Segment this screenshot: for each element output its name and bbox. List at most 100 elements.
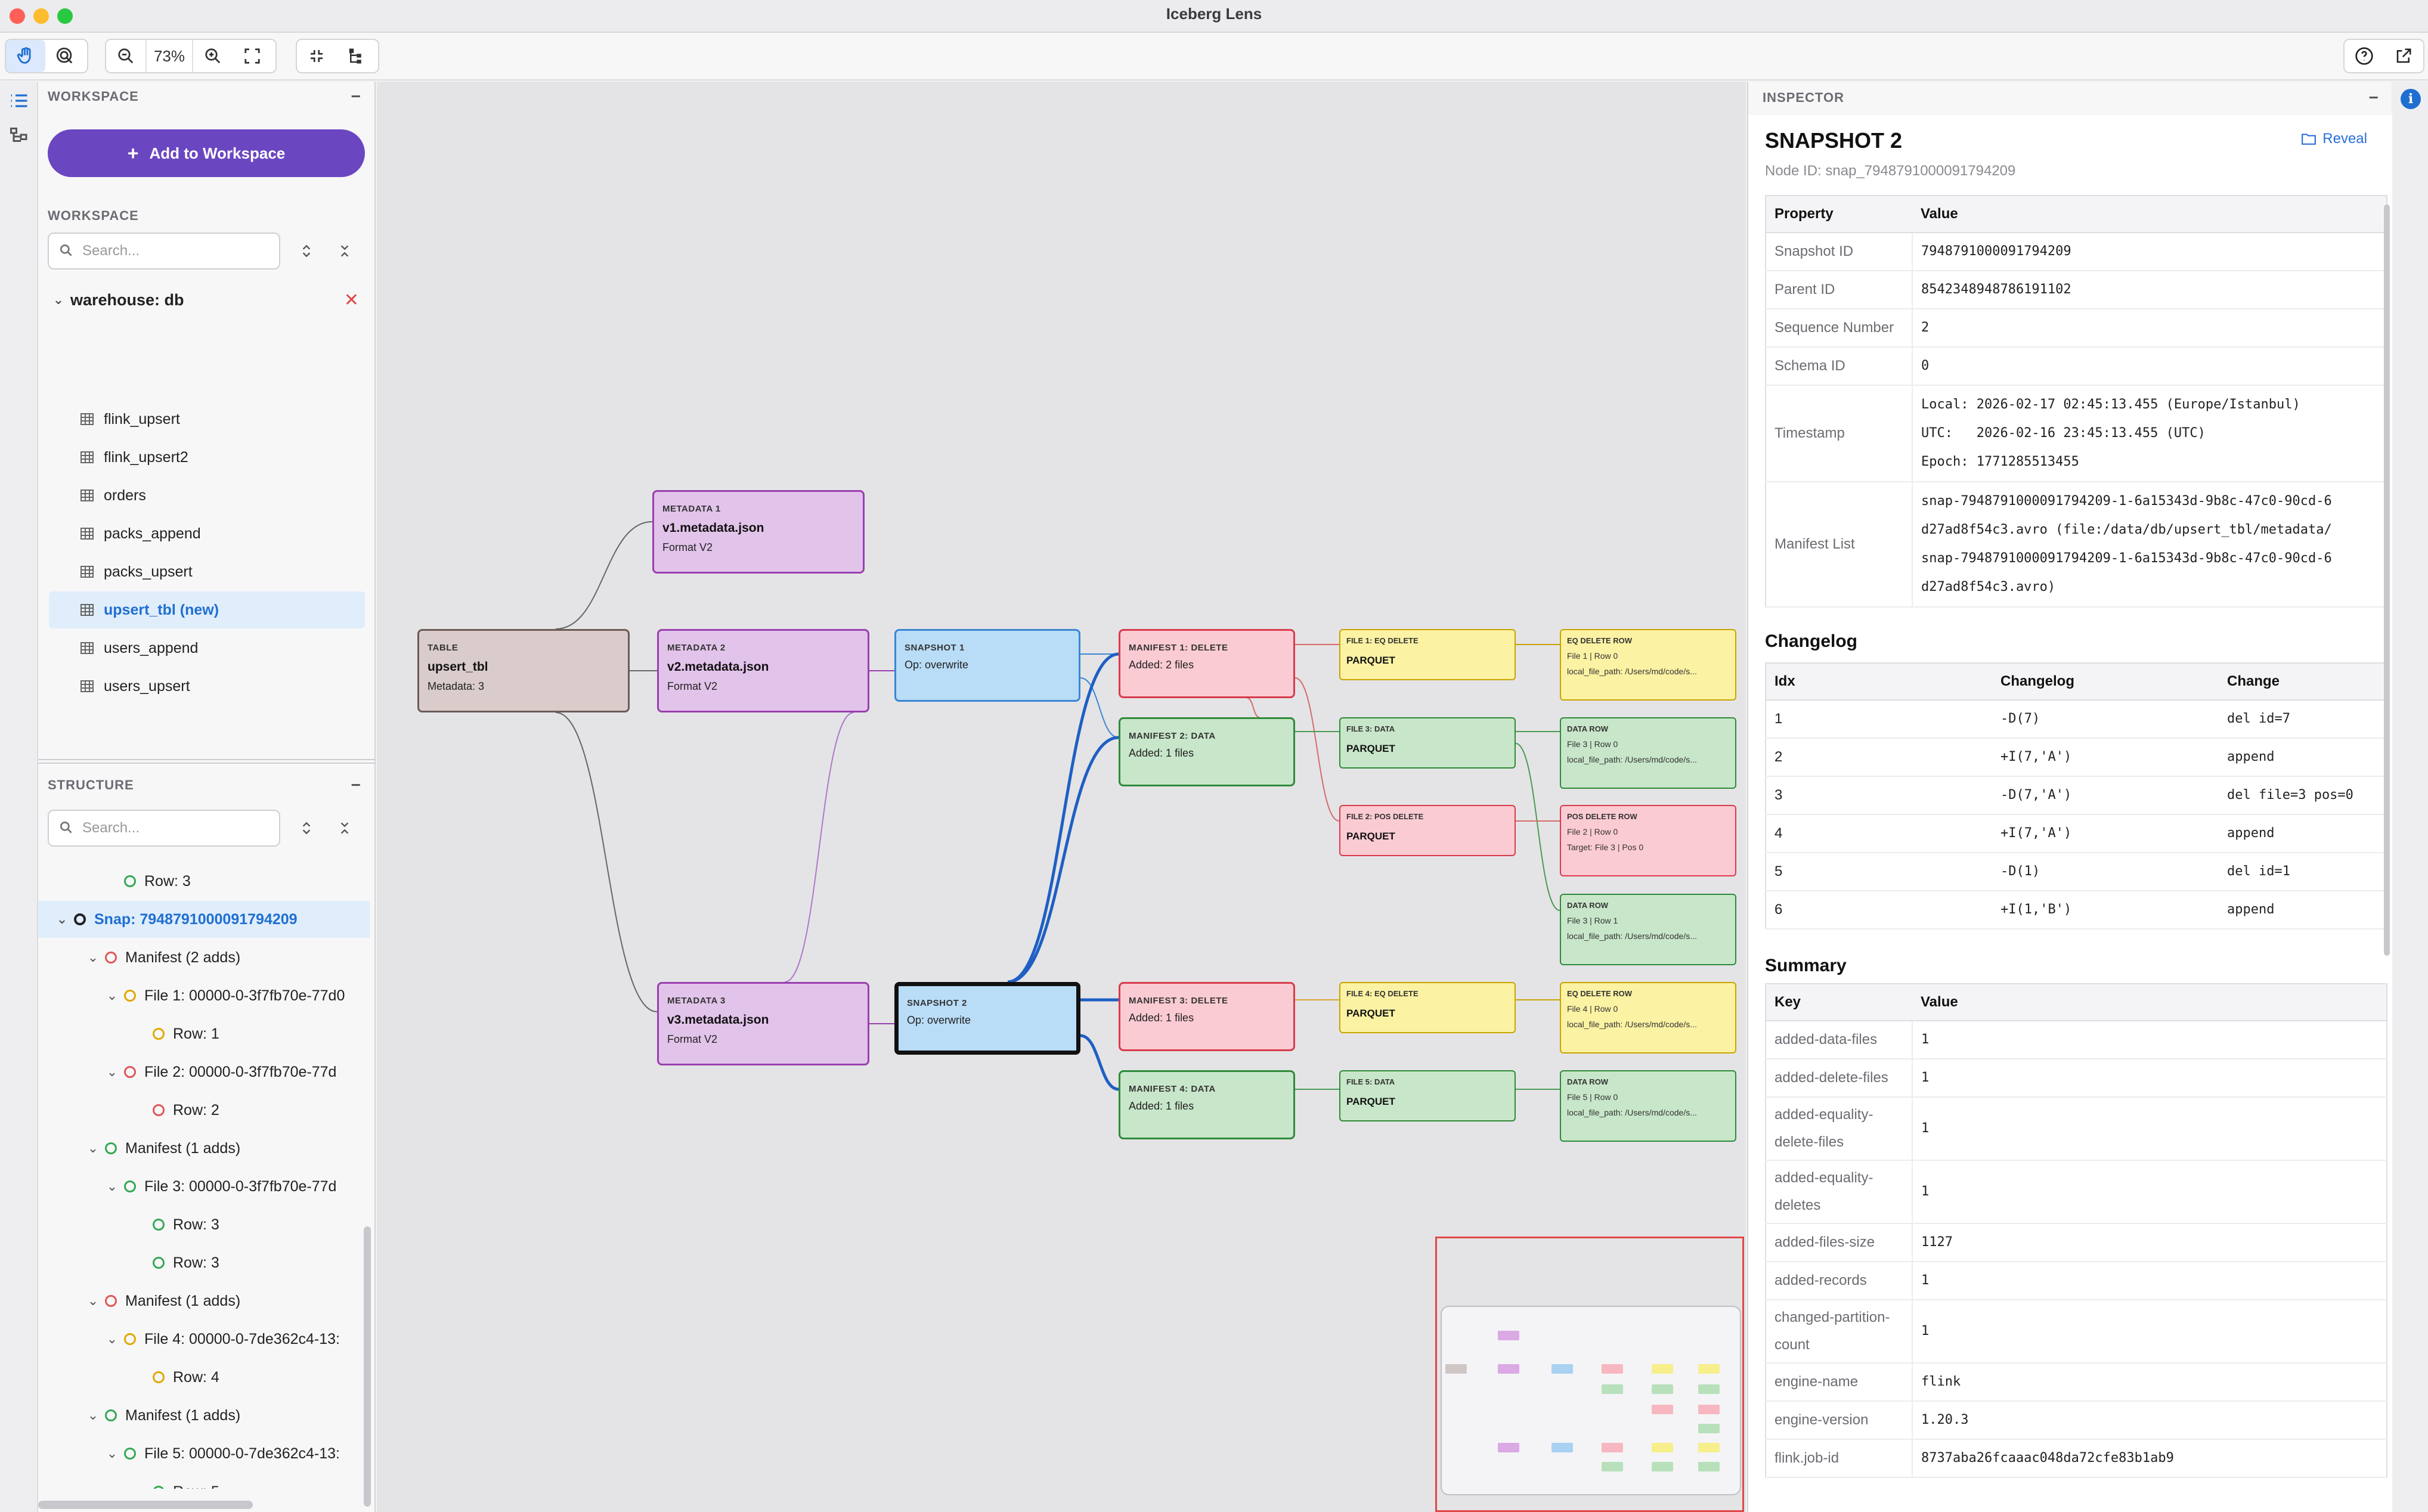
help-button[interactable] [2345,40,2384,72]
workspace-view-button[interactable] [8,90,30,114]
changelog-cell: append [2219,814,2387,853]
row-node[interactable]: EQ DELETE ROW File 1 | Row 0 local_file_pa… [1560,629,1736,701]
fit-view-button[interactable] [233,40,272,72]
fullscreen-icon [244,48,260,64]
file-node[interactable]: FILE 2: POS DELETE PARQUET [1339,805,1516,856]
structure-horizontal-scrollbar[interactable] [38,1501,253,1509]
collapse-workspace-panel-button[interactable]: − [351,82,361,111]
structure-scrollbar[interactable] [364,1226,371,1507]
workspace-table-item[interactable]: flink_upsert2 [49,439,365,476]
file-node[interactable]: FILE 4: EQ DELETE PARQUET [1339,982,1516,1033]
chevron-down-icon[interactable]: ⌄ [86,1141,100,1156]
structure-tree-item[interactable]: Row: 5 [38,1473,370,1489]
structure-tree-item[interactable]: ⌄ File 4: 00000-0-7de362c4-13: [38,1321,370,1358]
structure-tree-item[interactable]: ⌄ Manifest (2 adds) [38,939,370,976]
workspace-table-item[interactable]: flink_upsert [49,401,365,438]
manifest-node[interactable]: MANIFEST 1: DELETE Added: 2 files [1119,629,1295,698]
collapse-all-button[interactable] [297,40,336,72]
row-node[interactable]: EQ DELETE ROW File 4 | Row 0 local_file_pa… [1560,982,1736,1054]
zoom-out-button[interactable] [106,40,145,72]
chevron-down-icon[interactable]: ⌄ [55,912,69,927]
inspector-info-button[interactable]: i [2401,89,2421,109]
minimap-viewport[interactable] [1441,1306,1741,1495]
chevron-down-icon[interactable]: ⌄ [105,1446,119,1461]
snapshot-node-selected[interactable]: SNAPSHOT 2 Op: overwrite [894,982,1080,1055]
workspace-table-item[interactable]: users_upsert [49,668,365,705]
chevron-down-icon[interactable]: ⌄ [86,1293,100,1309]
changelog-cell: +I(7,'A') [1992,814,2219,853]
minimap-node [1602,1443,1623,1452]
workspace-table-item[interactable]: packs_append [49,515,365,552]
minimap-node [1652,1364,1673,1374]
file-node[interactable]: FILE 1: EQ DELETE PARQUET [1339,629,1516,680]
metadata-node[interactable]: METADATA 1 v1.metadata.json Format V2 [652,490,865,574]
tool-mode-group [5,39,88,73]
property-key: Snapshot ID [1766,233,1913,271]
remove-warehouse-icon[interactable]: ✕ [344,290,359,311]
row-node[interactable]: DATA ROW File 5 | Row 0 local_file_path: /… [1560,1070,1736,1142]
open-external-button[interactable] [2384,40,2423,72]
select-tool-button[interactable] [45,40,85,72]
expand-all-workspace-button[interactable] [295,239,318,263]
row-node[interactable]: POS DELETE ROW File 2 | Row 0 Target: File… [1560,805,1736,876]
structure-tree-item[interactable]: Row: 1 [38,1015,370,1052]
status-dot-icon [74,913,86,925]
chevron-down-icon[interactable]: ⌄ [105,988,119,1003]
collapse-inspector-button[interactable]: − [2369,82,2379,114]
chevron-down-icon[interactable]: ⌄ [105,1331,119,1347]
file-node[interactable]: FILE 5: DATA PARQUET [1339,1070,1516,1121]
pan-tool-button[interactable] [6,40,45,72]
zoom-level[interactable]: 73% [145,40,193,72]
structure-tree-item[interactable]: ⌄ File 3: 00000-0-3f7fb70e-77d [38,1168,370,1205]
workspace-table-item[interactable]: upsert_tbl (new) [49,591,365,628]
structure-tree-item[interactable]: Row: 3 [38,863,370,900]
warehouse-node[interactable]: ⌄ warehouse: db ✕ [51,281,367,318]
minimap[interactable] [1435,1237,1744,1512]
chevron-down-icon[interactable]: ⌄ [86,1408,100,1423]
structure-tree-item[interactable]: ⌄ Manifest (1 adds) [38,1282,370,1319]
workspace-table-item[interactable]: packs_upsert [49,553,365,590]
tree-layout-button[interactable] [336,40,376,72]
collapse-all-workspace-button[interactable] [333,239,357,263]
row-node[interactable]: DATA ROW File 3 | Row 1 local_file_path: /… [1560,894,1736,965]
chevron-down-icon[interactable]: ⌄ [105,1064,119,1080]
structure-panel-header: STRUCTURE − [38,770,376,800]
structure-tree-item[interactable]: Row: 3 [38,1206,370,1243]
manifest-node[interactable]: MANIFEST 4: DATA Added: 1 files [1119,1070,1295,1139]
workspace-table-item[interactable]: orders [49,477,365,514]
manifest-node[interactable]: MANIFEST 2: DATA Added: 1 files [1119,717,1295,786]
chevron-down-icon[interactable]: ⌄ [105,1179,119,1194]
zoom-in-button[interactable] [193,40,233,72]
metadata-node[interactable]: METADATA 3 v3.metadata.json Format V2 [657,982,869,1065]
table-node[interactable]: TABLE upsert_tbl Metadata: 3 [417,629,630,712]
structure-tree-item[interactable]: ⌄ Manifest (1 adds) [38,1130,370,1167]
collapse-structure-panel-button[interactable]: − [351,770,361,800]
workspace-search-input[interactable]: Search... [48,233,280,269]
structure-tree-item[interactable]: Row: 4 [38,1359,370,1396]
expand-all-structure-button[interactable] [295,816,318,840]
structure-tree-item[interactable]: Row: 3 [38,1244,370,1281]
workspace-table-item[interactable]: users_append [49,630,365,667]
structure-tree-item[interactable]: Row: 2 [38,1092,370,1129]
manifest-node[interactable]: MANIFEST 3: DELETE Added: 1 files [1119,982,1295,1051]
structure-snapshot-selected[interactable]: ⌄ Snap: 7948791000091794209 [38,901,370,938]
file-node[interactable]: FILE 3: DATA PARQUET [1339,717,1516,769]
chevron-down-icon[interactable]: ⌄ [86,950,100,965]
changelog-cell: append [2219,891,2387,929]
structure-tree-item[interactable]: ⌄ Manifest (1 adds) [38,1397,370,1434]
structure-tree-item[interactable]: ⌄ File 1: 00000-0-3f7fb70e-77d0 [38,977,370,1014]
metadata-node[interactable]: METADATA 2 v2.metadata.json Format V2 [657,629,869,712]
structure-tree-item[interactable]: ⌄ File 2: 00000-0-3f7fb70e-77d [38,1054,370,1090]
inspector-scrollbar[interactable] [2384,205,2390,956]
structure-search-input[interactable]: Search... [48,810,280,847]
row-node[interactable]: DATA ROW File 3 | Row 0 local_file_path: /… [1560,717,1736,789]
structure-view-button[interactable] [8,126,30,150]
reveal-button[interactable]: Reveal [2301,131,2367,147]
structure-tree-item[interactable]: ⌄ File 5: 00000-0-7de362c4-13: [38,1435,370,1472]
add-to-workspace-button[interactable]: + Add to Workspace [48,129,365,177]
property-value: 2 [1912,309,2387,348]
panel-splitter[interactable] [38,759,376,764]
snapshot-node[interactable]: SNAPSHOT 1 Op: overwrite [894,629,1080,702]
collapse-all-structure-button[interactable] [333,816,357,840]
graph-canvas[interactable]: TABLE upsert_tbl Metadata: 3 METADATA 1 v1.m… [377,82,1746,1512]
